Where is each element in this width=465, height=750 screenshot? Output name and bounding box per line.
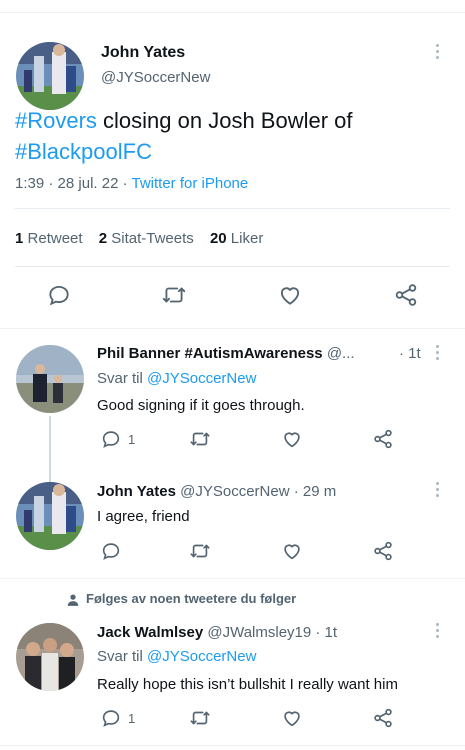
tweet-text-body: closing on Josh Bowler of — [96, 108, 353, 133]
reply-avatar[interactable] — [16, 623, 84, 691]
retweet-button[interactable] — [188, 428, 212, 450]
social-context: Følges av noen tweetere du følger — [86, 591, 297, 606]
author-name[interactable]: John Yates — [101, 44, 185, 62]
reply-time[interactable]: · 1t — [399, 345, 421, 362]
reply-author-name[interactable]: John Yates — [97, 483, 176, 500]
reply-author-handle[interactable]: @JWalmsley19 — [207, 624, 311, 641]
retweet-icon — [190, 432, 210, 446]
reply-icon — [49, 285, 69, 306]
reply-time-wrap: · 1t — [399, 345, 421, 362]
retweets-count: 1 — [15, 230, 24, 247]
reply-header: Phil Banner #AutismAwareness @... — [97, 345, 355, 362]
meta-separator: · — [44, 175, 58, 192]
quotes-label: Sitat-Tweets — [111, 230, 194, 247]
reply-to: Svar til @JYSoccerNew — [97, 648, 256, 665]
more-icon[interactable] — [436, 623, 442, 638]
heart-icon — [284, 544, 300, 560]
likes-label: Liker — [230, 230, 264, 247]
reply-text: Really hope this isn’t bullshit I really… — [97, 676, 398, 693]
heart-icon — [280, 287, 300, 305]
quotes-count: 2 — [98, 230, 108, 247]
reply-icon — [102, 710, 120, 727]
reply-time[interactable]: · 29 m — [294, 483, 337, 500]
quotes-stat[interactable]: 2 Sitat-Tweets — [99, 230, 194, 247]
heart-icon — [284, 432, 300, 448]
hashtag-link[interactable]: #BlackpoolFC — [15, 139, 152, 164]
reply-to-label: Svar til — [97, 648, 148, 665]
author-avatar[interactable] — [16, 42, 84, 110]
top-divider — [0, 12, 465, 13]
reply-header: Jack Walmlsey @JWalmsley19 · 1t — [97, 624, 337, 641]
tweet-stats: 1 Retweet 2 Sitat-Tweets 20 Liker — [15, 230, 275, 247]
reply-button[interactable] — [46, 282, 72, 308]
person-icon — [67, 594, 79, 606]
like-button[interactable] — [281, 540, 303, 562]
share-button[interactable] — [372, 540, 394, 562]
reply-to: Svar til @JYSoccerNew — [97, 370, 256, 387]
reply-time[interactable]: · 1t — [315, 624, 337, 641]
reply-action-bar — [0, 540, 465, 570]
share-button[interactable] — [372, 428, 394, 450]
retweet-button[interactable] — [188, 540, 212, 562]
retweet-button[interactable] — [160, 282, 188, 308]
tweet-text: #Rovers closing on Josh Bowler of #Blackp… — [15, 105, 445, 167]
likes-stat[interactable]: 20 Liker — [210, 230, 263, 247]
reply-text: I agree, friend — [97, 508, 190, 525]
reply-button[interactable]: 1 — [100, 707, 135, 729]
share-icon — [374, 708, 392, 728]
heart-icon — [284, 711, 300, 727]
reply-avatar[interactable] — [16, 345, 84, 413]
like-button[interactable] — [281, 707, 303, 729]
reply-author-handle[interactable]: @... — [327, 345, 355, 362]
reply-author-name[interactable]: Jack Walmlsey — [97, 624, 203, 641]
author-handle[interactable]: @JYSoccerNew — [101, 69, 210, 86]
main-tweet: John Yates @JYSoccerNew #Rovers closing … — [0, 14, 465, 328]
reply-button[interactable] — [100, 540, 122, 562]
tweet-time[interactable]: 1:39 — [15, 175, 44, 192]
main-action-bar — [0, 282, 465, 312]
share-button[interactable] — [393, 282, 419, 308]
hashtag-link[interactable]: #Rovers — [15, 108, 97, 133]
retweet-icon — [190, 544, 210, 558]
share-icon — [374, 429, 392, 449]
more-icon[interactable] — [436, 44, 442, 59]
reply-to-label: Svar til — [97, 370, 148, 387]
reply-author-name[interactable]: Phil Banner #AutismAwareness — [97, 345, 323, 362]
reply-to-link[interactable]: @JYSoccerNew — [147, 648, 256, 665]
likes-count: 20 — [209, 230, 227, 247]
reply-author-handle[interactable]: @JYSoccerNew — [180, 483, 289, 500]
divider — [0, 745, 465, 746]
retweets-stat[interactable]: 1 Retweet — [15, 230, 83, 247]
reply-text: Good signing if it goes through. — [97, 397, 305, 414]
divider — [15, 208, 450, 209]
more-icon[interactable] — [436, 345, 442, 360]
divider — [15, 266, 450, 267]
meta-separator: · — [118, 175, 132, 192]
tweet-meta: 1:39 · 28 jul. 22 · Twitter for iPhone — [15, 175, 248, 192]
reply-count: 1 — [128, 431, 136, 447]
reply-to-link[interactable]: @JYSoccerNew — [147, 370, 256, 387]
retweet-button[interactable] — [188, 707, 212, 729]
reply-count: 1 — [128, 710, 136, 726]
tweet-source[interactable]: Twitter for iPhone — [132, 175, 249, 192]
divider — [0, 328, 465, 329]
reply-button[interactable]: 1 — [100, 428, 135, 450]
reply-action-bar: 1 — [0, 707, 465, 737]
retweet-icon — [162, 287, 186, 303]
reply-header: John Yates @JYSoccerNew · 29 m — [97, 483, 336, 500]
retweets-label: Retweet — [27, 230, 83, 247]
reply-icon — [102, 431, 120, 448]
like-button[interactable] — [281, 428, 303, 450]
share-button[interactable] — [372, 707, 394, 729]
like-button[interactable] — [277, 282, 303, 308]
reply-action-bar: 1 — [0, 428, 465, 458]
retweet-icon — [190, 711, 210, 725]
reply-icon — [102, 543, 120, 560]
tweet-date[interactable]: 28 jul. 22 — [58, 175, 119, 192]
more-icon[interactable] — [436, 482, 442, 497]
divider — [0, 578, 465, 579]
share-icon — [374, 541, 392, 561]
share-icon — [395, 284, 417, 306]
